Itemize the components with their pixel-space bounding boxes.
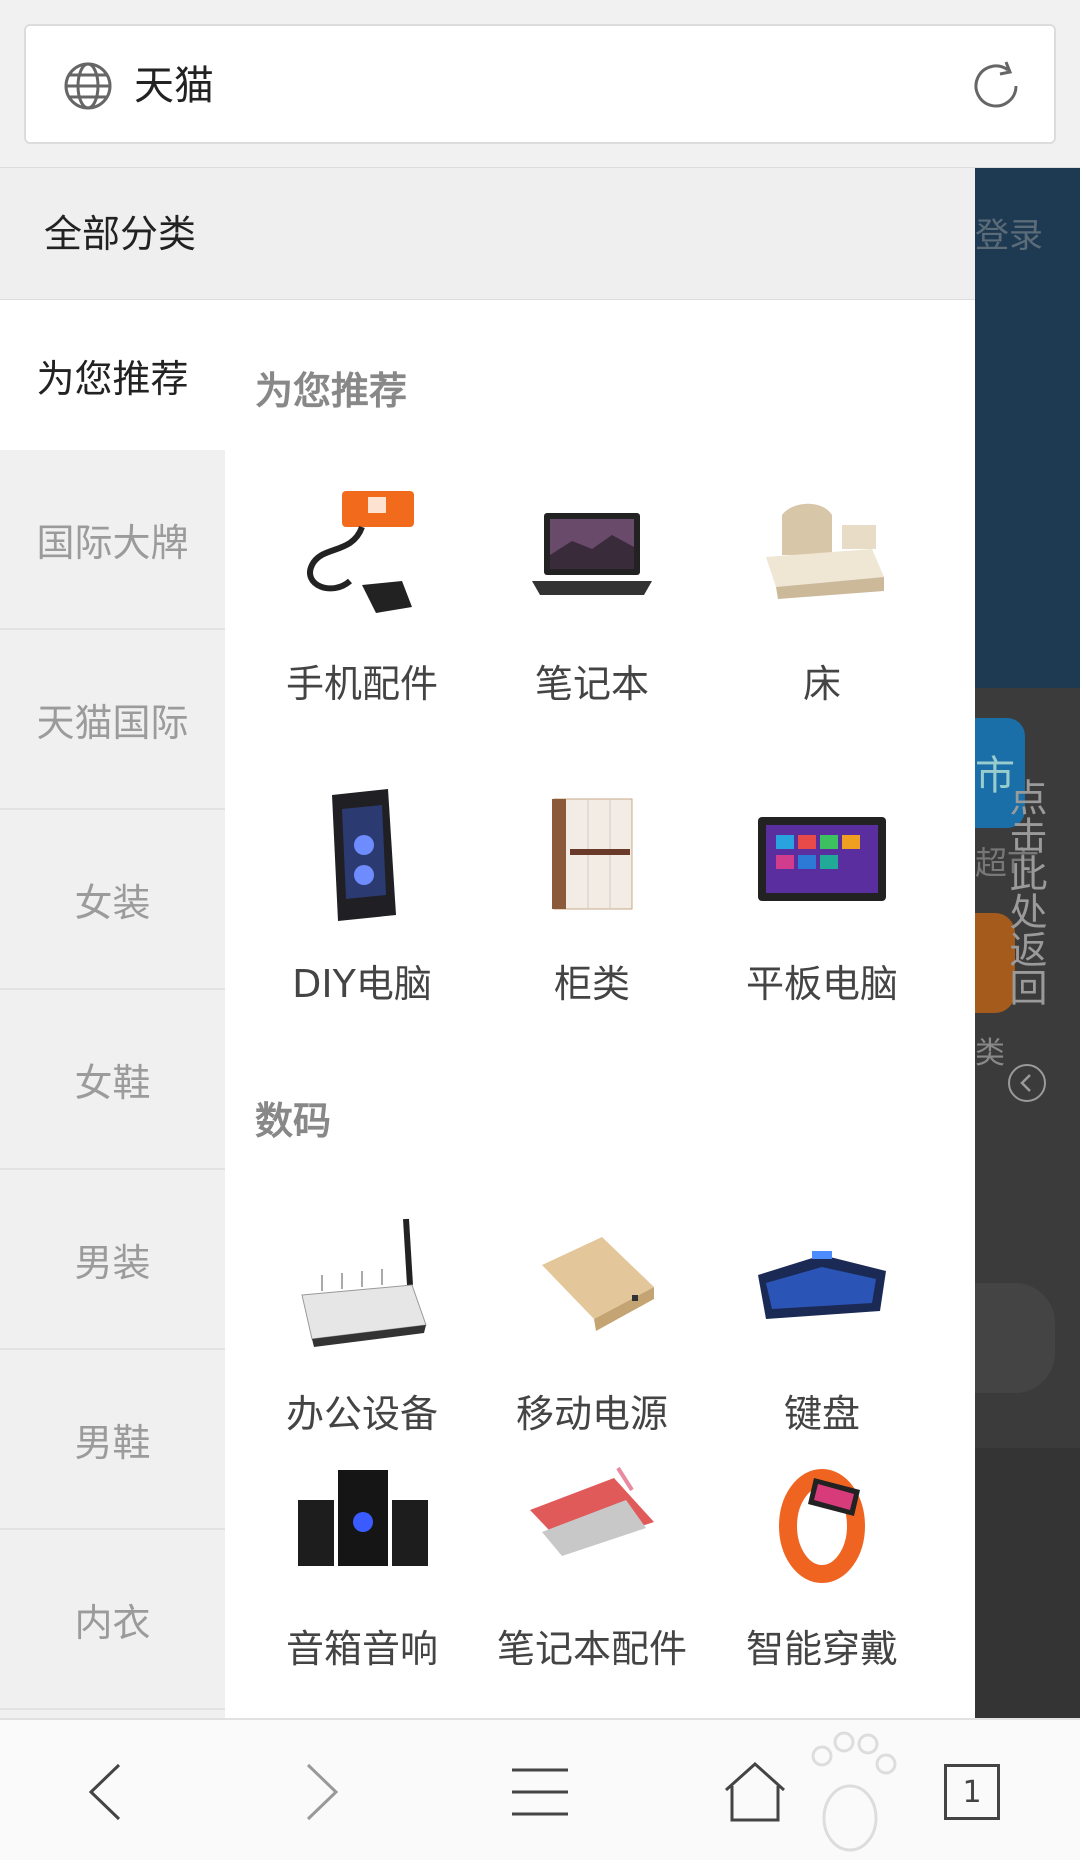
category-label: 笔记本 xyxy=(534,662,649,706)
sidebar-item-intl-brands[interactable]: 国际大牌 xyxy=(0,450,225,630)
tablet-icon xyxy=(758,817,886,901)
promo-area xyxy=(975,1448,1080,1718)
phone-holder-icon xyxy=(307,491,414,613)
sidebar-item-tmall-global[interactable]: 天猫国际 xyxy=(0,630,225,810)
category-label: 类 xyxy=(975,1036,1005,1071)
category-label: 床 xyxy=(802,662,841,706)
back-button[interactable] xyxy=(55,1742,155,1842)
category-item-laptop[interactable]: 笔记本 xyxy=(477,485,707,745)
power-bank-icon xyxy=(542,1237,654,1331)
category-drawer: 全部分类 为您推荐 国际大牌 天猫国际 女装 女鞋 男装 男鞋 内衣 为您推荐 xyxy=(0,168,975,1718)
menu-icon xyxy=(512,1768,568,1816)
drawer-header: 全部分类 xyxy=(0,168,975,300)
keyboard-icon xyxy=(758,1251,886,1319)
login-link: 登录 xyxy=(975,216,1043,256)
tab-count: 1 xyxy=(962,1774,982,1810)
category-label: DIY电脑 xyxy=(292,962,432,1006)
address-bar-area: 天猫 xyxy=(0,0,1080,168)
section-title-digital: 数码 xyxy=(255,1099,332,1143)
category-label: 办公设备 xyxy=(285,1392,438,1436)
bed-icon xyxy=(766,503,884,599)
binding-machine-icon xyxy=(301,1218,427,1347)
laptop-sleeve-icon xyxy=(530,1466,654,1556)
home-icon xyxy=(724,1761,786,1822)
category-item-diy-pc[interactable]: DIY电脑 xyxy=(247,785,477,1045)
category-label: 手机配件 xyxy=(285,662,438,706)
category-sidebar: 为您推荐 国际大牌 天猫国际 女装 女鞋 男装 男鞋 内衣 xyxy=(0,300,225,1718)
tabs-button[interactable]: 1 xyxy=(922,1742,1022,1842)
pc-case-icon xyxy=(332,789,396,921)
sidebar-item-underwear[interactable]: 内衣 xyxy=(0,1530,225,1710)
category-item-cabinets[interactable]: 柜类 xyxy=(477,785,707,1045)
page-title: 天猫 xyxy=(134,63,214,109)
click-here-to-return-hint[interactable]: 点击此处返回 xyxy=(1003,778,1047,1006)
tabs-icon: 1 xyxy=(944,1764,1000,1820)
speaker-icon xyxy=(298,1470,428,1566)
wardrobe-icon xyxy=(552,798,633,910)
laptop-icon xyxy=(532,513,652,595)
sidebar-item-womens-wear[interactable]: 女装 xyxy=(0,810,225,990)
paw-watermark-icon xyxy=(811,1731,897,1852)
chevron-left-circle-icon[interactable] xyxy=(1006,1062,1048,1104)
category-item-laptop-accessories[interactable]: 笔记本配件 xyxy=(477,1450,707,1710)
category-item-smart-wearables[interactable]: 智能穿戴 xyxy=(707,1450,937,1710)
category-label: 音箱音响 xyxy=(285,1627,438,1671)
category-label: 柜类 xyxy=(553,962,630,1006)
sidebar-item-womens-shoes[interactable]: 女鞋 xyxy=(0,990,225,1170)
home-button[interactable] xyxy=(705,1742,805,1842)
section-title-recommended: 为您推荐 xyxy=(255,369,408,413)
category-label: 平板电脑 xyxy=(745,962,898,1006)
reload-icon[interactable] xyxy=(966,56,1026,116)
car-image xyxy=(975,1283,1055,1393)
forward-icon xyxy=(306,1763,339,1821)
sidebar-item-recommended[interactable]: 为您推荐 xyxy=(0,300,225,450)
category-item-power-bank[interactable]: 移动电源 xyxy=(477,1215,707,1475)
category-label: 智能穿戴 xyxy=(745,1627,898,1671)
forward-button[interactable] xyxy=(272,1742,372,1842)
category-item-bed[interactable]: 床 xyxy=(707,485,937,745)
category-item-office-equipment[interactable]: 办公设备 xyxy=(247,1215,477,1475)
drawer-title: 全部分类 xyxy=(44,212,197,256)
category-label: 键盘 xyxy=(783,1392,860,1436)
address-bar[interactable]: 天猫 xyxy=(24,24,1056,144)
menu-button[interactable] xyxy=(490,1742,590,1842)
globe-icon xyxy=(64,62,112,110)
back-icon xyxy=(88,1763,121,1821)
category-item-tablet[interactable]: 平板电脑 xyxy=(707,785,937,1045)
sidebar-item-mens-shoes[interactable]: 男鞋 xyxy=(0,1350,225,1530)
smart-band-icon xyxy=(779,1469,865,1583)
category-item-phone-accessories[interactable]: 手机配件 xyxy=(247,485,477,745)
bottom-navigation-bar: 1 xyxy=(0,1718,1080,1860)
category-item-speakers[interactable]: 音箱音响 xyxy=(247,1450,477,1710)
category-content: 为您推荐 手机配件 笔记本 床 DIY电脑 柜类 平板电脑 数码 办公设备 移动… xyxy=(225,300,975,1718)
category-item-keyboard[interactable]: 键盘 xyxy=(707,1215,937,1475)
browser-page: 天猫 登录 市 超市 类 点击此处返回 全部分类 为您推荐 国际大牌 天猫国际 xyxy=(0,0,1080,1860)
category-label: 笔记本配件 xyxy=(496,1627,687,1671)
sidebar-item-mens-wear[interactable]: 男装 xyxy=(0,1170,225,1350)
category-label: 移动电源 xyxy=(515,1392,668,1436)
